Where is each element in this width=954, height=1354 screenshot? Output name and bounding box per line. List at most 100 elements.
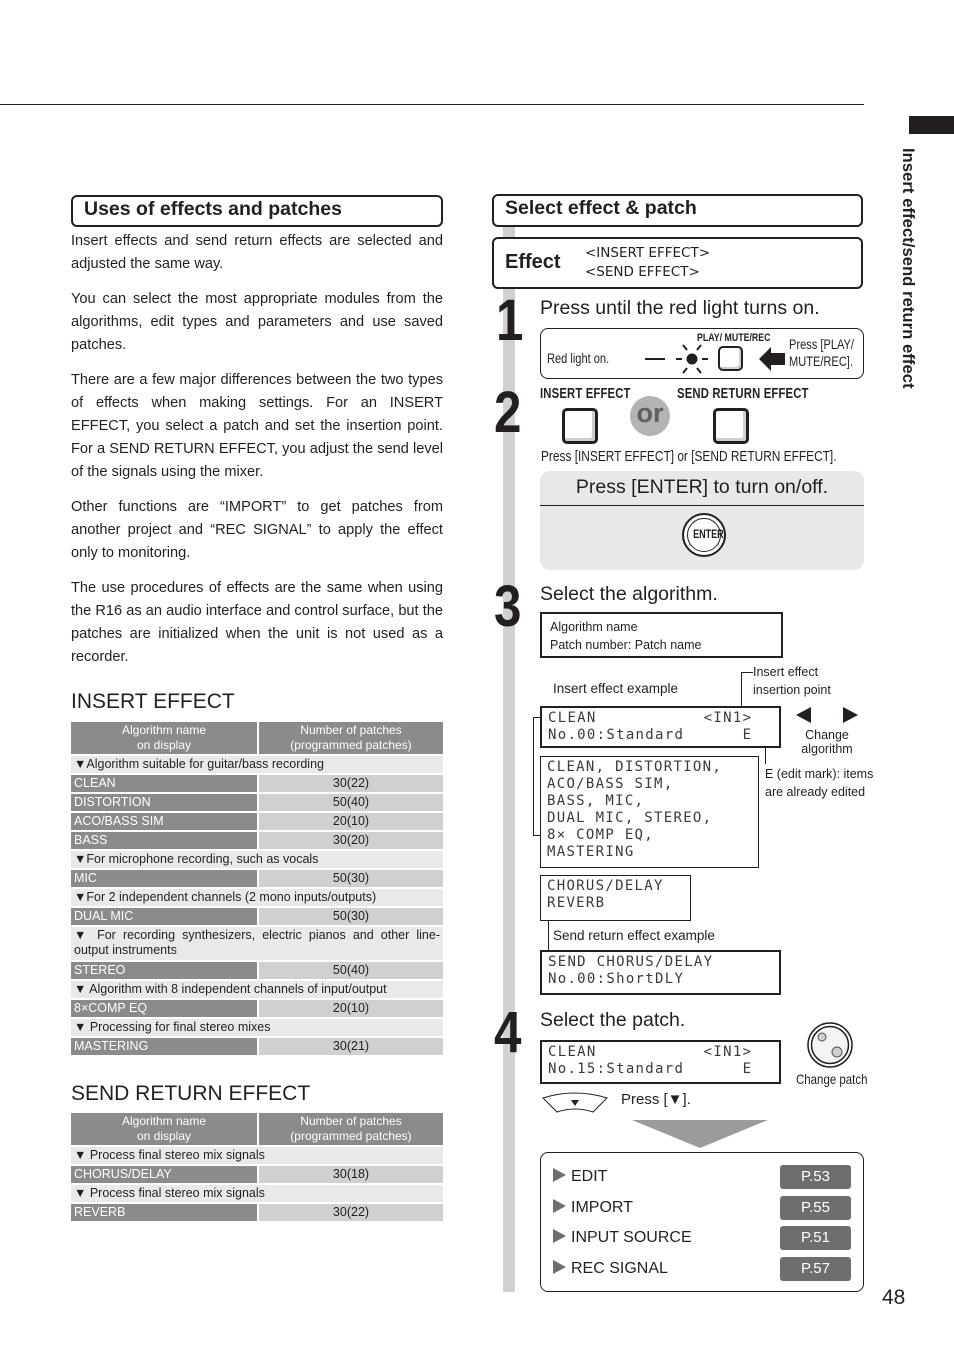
insert-effect-title: INSERT EFFECT xyxy=(71,690,235,713)
lcd-line: REVERB xyxy=(547,895,606,911)
lcd-line: CLEAN, DISTORTION, xyxy=(547,759,723,775)
patch-count-cell: 30(22) xyxy=(259,1204,443,1221)
change-patch-label: Change patch xyxy=(796,1071,868,1087)
category-row: ▼ Process final stereo mix signals xyxy=(71,1147,443,1164)
lcd-line: No.15:Standard E xyxy=(548,1061,753,1077)
step-2-press-hint: Press [INSERT EFFECT] or [SEND RETURN EF… xyxy=(541,449,837,465)
send-return-table-wrap: Algorithm name on display Number of patch… xyxy=(71,1111,443,1223)
label-line: E (edit mark): items xyxy=(765,767,874,781)
category-cell: ▼ Process final stereo mix signals xyxy=(71,1147,443,1164)
play-triangle-icon xyxy=(553,1168,566,1182)
algorithm-row: DISTORTION 50(40) xyxy=(71,794,443,811)
step-4-text: Select the patch. xyxy=(540,1009,686,1031)
insert-effect-button-label: INSERT EFFECT xyxy=(540,386,631,402)
enter-button-face: ENTER xyxy=(687,518,724,552)
arrow-left-icon xyxy=(759,347,785,371)
play-triangle-icon xyxy=(553,1199,566,1213)
related-item-input-source[interactable]: INPUT SOURCE xyxy=(553,1229,692,1247)
lcd-insert-algorithm-list: CLEAN, DISTORTION, ACO/BASS SIM, BASS, MIC… xyxy=(540,756,759,868)
play-triangle-icon xyxy=(553,1229,566,1243)
algorithm-row: ACO/BASS SIM 20(10) xyxy=(71,813,443,830)
header-line: (programmed patches) xyxy=(290,738,412,752)
page-ref-badge[interactable]: P.57 xyxy=(780,1257,851,1281)
lcd-line: DUAL MIC, STEREO, xyxy=(547,810,713,826)
header-rule xyxy=(0,104,864,105)
patch-count-cell: 30(18) xyxy=(259,1166,443,1183)
patch-count-cell: 30(21) xyxy=(259,1038,443,1055)
lcd-line: 8× COMP EQ, xyxy=(547,827,655,843)
algorithm-name-cell: DISTORTION xyxy=(71,794,259,811)
header-line: Number of patches xyxy=(300,723,402,737)
press-down-hint: Press [▼]. xyxy=(621,1091,691,1108)
change-algorithm-arrows[interactable] xyxy=(796,707,858,723)
step-1-diagram: Red light on. PLAY/ MUTE/REC Press [PLAY… xyxy=(540,328,864,379)
enter-hint: Press [ENTER] to turn on/off. xyxy=(575,476,829,498)
insert-effect-button[interactable] xyxy=(562,408,598,444)
insert-effect-table-wrap: Algorithm name on display Number of patch… xyxy=(71,720,443,1057)
category-row: ▼For 2 independent channels (2 mono inpu… xyxy=(71,889,443,906)
bracket-line xyxy=(533,717,534,835)
label-line: Change xyxy=(805,728,849,742)
patch-count-cell: 20(10) xyxy=(259,813,443,830)
category-row: ▼ Process final stereo mix signals xyxy=(71,1185,443,1202)
enter-button[interactable]: ENTER xyxy=(682,513,726,557)
patch-count-cell: 50(30) xyxy=(259,908,443,925)
label-line: insertion point xyxy=(753,683,831,697)
header-line: Number of patches xyxy=(300,1114,402,1128)
page-ref-badge[interactable]: P.51 xyxy=(780,1226,851,1250)
related-pages-box: EDIT P.53 IMPORT P.55 INPUT SOURCE P.51 … xyxy=(540,1152,864,1292)
header-line: on display xyxy=(136,738,192,752)
play-mute-rec-label: PLAY/ MUTE/REC xyxy=(697,332,771,344)
table-header-row: Algorithm name on display Number of patch… xyxy=(71,1113,443,1145)
label-line: are already edited xyxy=(765,785,866,799)
algorithm-name-cell: ACO/BASS SIM xyxy=(71,813,259,830)
right-arrow-icon xyxy=(843,707,858,723)
category-cell: ▼ For recording synthesizers, electric p… xyxy=(71,927,443,960)
related-item-edit[interactable]: EDIT xyxy=(553,1168,607,1186)
chapter-tab-marker xyxy=(909,116,954,134)
header-line: Algorithm name xyxy=(121,723,207,737)
table-header-row: Algorithm name on display Number of patch… xyxy=(71,722,443,754)
insert-effect-table: Algorithm name on display Number of patch… xyxy=(71,720,443,1057)
down-key-icon[interactable] xyxy=(541,1090,609,1114)
paragraph-text: There are a few major differences betwee… xyxy=(71,372,443,480)
lcd-line: CHORUS/DELAY xyxy=(547,878,664,894)
column-header-algorithm: Algorithm name on display xyxy=(71,722,259,754)
related-item-label: INPUT SOURCE xyxy=(571,1229,692,1246)
step-number-3: 3 xyxy=(494,574,522,639)
page-ref-badge[interactable]: P.53 xyxy=(780,1165,851,1189)
play-mute-rec-button[interactable] xyxy=(718,346,743,371)
algorithm-row: MIC 50(30) xyxy=(71,870,443,887)
category-row: ▼Algorithm suitable for guitar/bass reco… xyxy=(71,756,443,773)
lcd-line: MASTERING xyxy=(547,844,635,860)
send-return-effect-button[interactable] xyxy=(713,408,749,444)
send-return-button-label: SEND RETURN EFFECT xyxy=(677,386,809,402)
left-arrow-icon xyxy=(796,707,811,723)
paragraph-text: You can select the most appropriate modu… xyxy=(71,291,443,353)
algorithm-row: CHORUS/DELAY 30(18) xyxy=(71,1166,443,1183)
chapter-side-title-text: Insert effect/send return effect xyxy=(899,148,917,389)
category-cell: ▼ Processing for final stereo mixes xyxy=(71,1019,443,1036)
column-header-algorithm: Algorithm name on display xyxy=(71,1113,259,1145)
page-number: 48 xyxy=(882,1286,906,1309)
legend-line: Algorithm name xyxy=(550,620,638,634)
callout-line xyxy=(741,672,753,673)
algorithm-name-cell: CLEAN xyxy=(71,775,259,792)
step-number-1: 1 xyxy=(496,288,524,353)
step-number-2: 2 xyxy=(494,380,522,445)
category-cell: ▼Algorithm suitable for guitar/bass reco… xyxy=(71,756,443,773)
column-header-patches: Number of patches (programmed patches) xyxy=(259,1113,443,1145)
page-ref-badge[interactable]: P.55 xyxy=(780,1196,851,1220)
step-number-4: 4 xyxy=(494,1000,522,1065)
related-item-rec-signal[interactable]: REC SIGNAL xyxy=(553,1260,668,1278)
send-return-effect-title: SEND RETURN EFFECT xyxy=(71,1082,311,1105)
dial-icon[interactable] xyxy=(806,1021,854,1069)
related-item-import[interactable]: IMPORT xyxy=(553,1199,633,1217)
lcd-line: ACO/BASS SIM, xyxy=(547,776,674,792)
edit-mark-label: E (edit mark): items are already edited xyxy=(765,765,873,801)
step-3-text: Select the algorithm. xyxy=(540,583,718,605)
red-light-label: Red light on. xyxy=(547,351,610,366)
bracket-line xyxy=(533,717,540,718)
algorithm-row: CLEAN 30(22) xyxy=(71,775,443,792)
category-cell: ▼ Process final stereo mix signals xyxy=(71,1185,443,1202)
